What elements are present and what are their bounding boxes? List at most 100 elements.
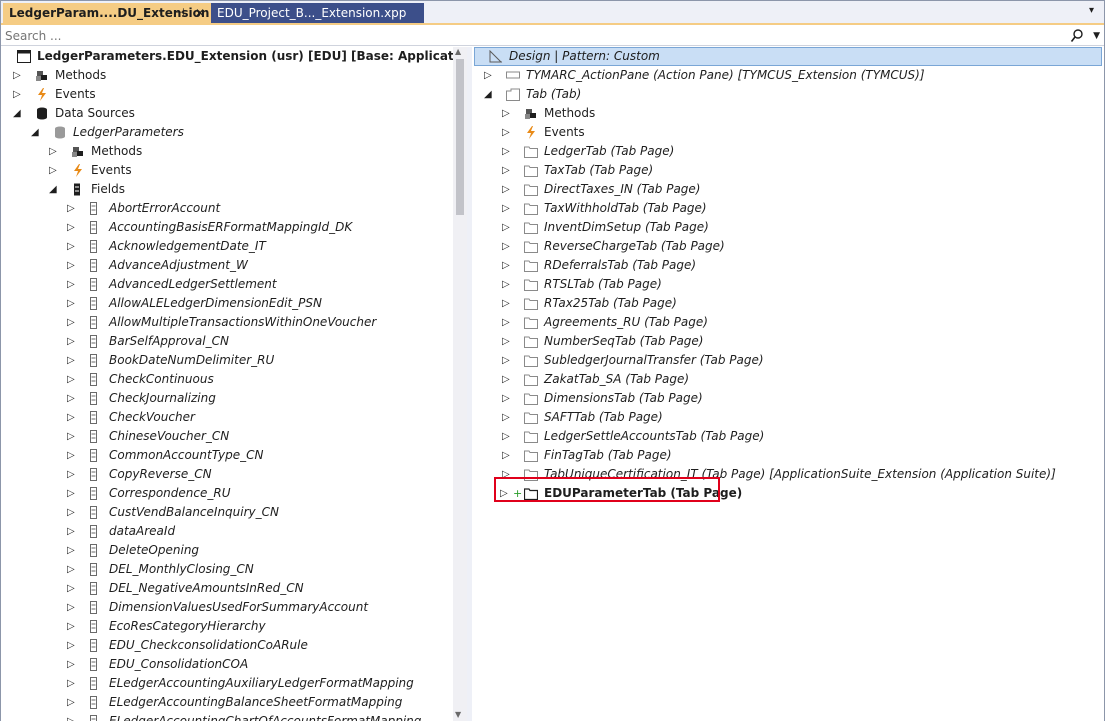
tree-node-field[interactable]: ▷ DimensionValuesUsedForSummaryAccount [1,598,453,617]
tree-node-tab[interactable]: ◢ Tab (Tab) [472,85,1104,104]
tree-node-tab-page[interactable]: ▷ NumberSeqTab (Tab Page) [472,332,1104,351]
tree-node-events[interactable]: ▷ Events [1,85,453,104]
expand-arrow-icon[interactable]: ▷ [502,389,512,408]
expand-arrow-icon[interactable]: ▷ [67,712,77,721]
expand-arrow-icon[interactable]: ▷ [67,484,77,503]
tree-node-ds-events[interactable]: ▷ Events [1,161,453,180]
expand-arrow-icon[interactable]: ▷ [502,294,512,313]
expand-arrow-icon[interactable]: ▷ [67,370,77,389]
tree-node-field[interactable]: ▷ BarSelfApproval_CN [1,332,453,351]
expand-arrow-icon[interactable]: ▷ [67,237,77,256]
tree-node-field[interactable]: ▷ DeleteOpening [1,541,453,560]
tree-node-datasource-ledgerparameters[interactable]: ◢ LedgerParameters [1,123,453,142]
tree-node-field[interactable]: ▷ CustVendBalanceInquiry_CN [1,503,453,522]
collapse-arrow-icon[interactable]: ◢ [49,180,59,199]
expand-arrow-icon[interactable]: ▷ [67,598,77,617]
tree-node-field[interactable]: ▷ AdvanceAdjustment_W [1,256,453,275]
tree-node-field[interactable]: ▷ CheckContinuous [1,370,453,389]
tree-node-tab-page[interactable]: ▷ TaxTab (Tab Page) [472,161,1104,180]
tree-node-field[interactable]: ▷ CopyReverse_CN [1,465,453,484]
tree-node-methods[interactable]: ▷ Methods [1,66,453,85]
tab-list-dropdown-icon[interactable]: ▾ [1089,5,1094,16]
expand-arrow-icon[interactable]: ▷ [67,275,77,294]
expand-arrow-icon[interactable]: ▷ [502,313,512,332]
tree-node-field[interactable]: ▷ CheckVoucher [1,408,453,427]
tree-node-tab-page[interactable]: ▷ RTSLTab (Tab Page) [472,275,1104,294]
tree-node-tab-page[interactable]: ▷ ZakatTab_SA (Tab Page) [472,370,1104,389]
expand-arrow-icon[interactable]: ▷ [502,104,512,123]
tree-node-tab-page[interactable]: ▷ SubledgerJournalTransfer (Tab Page) [472,351,1104,370]
tree-node-field[interactable]: ▷ AccountingBasisERFormatMappingId_DK [1,218,453,237]
tab-edu-project-extension[interactable]: EDU_Project_B..._Extension.xpp [211,3,424,23]
expand-arrow-icon[interactable]: ▷ [502,427,512,446]
expand-arrow-icon[interactable]: ▷ [67,503,77,522]
tree-node-field[interactable]: ▷ ELedgerAccountingAuxiliaryLedgerFormatM… [1,674,453,693]
expand-arrow-icon[interactable]: ▷ [67,636,77,655]
expand-arrow-icon[interactable]: ▷ [67,256,77,275]
expand-arrow-icon[interactable]: ▷ [67,465,77,484]
expand-arrow-icon[interactable]: ▷ [502,161,512,180]
tree-node-field[interactable]: ▷ ELedgerAccountingChartOfAccountsFormatM… [1,712,453,721]
collapse-arrow-icon[interactable]: ◢ [31,123,41,142]
tree-node-field[interactable]: ▷ Correspondence_RU [1,484,453,503]
left-pane-scrollbar[interactable]: ▲ ▼ [453,47,467,721]
expand-arrow-icon[interactable]: ▷ [502,275,512,294]
scrollbar-thumb[interactable] [456,59,464,215]
tree-node-field[interactable]: ▷ AllowMultipleTransactionsWithinOneVouch… [1,313,453,332]
tree-node-tab-page[interactable]: ▷ SAFTTab (Tab Page) [472,408,1104,427]
expand-arrow-icon[interactable]: ▷ [502,218,512,237]
expand-arrow-icon[interactable]: ▷ [502,180,512,199]
tree-node-ds-methods[interactable]: ▷ Methods [1,142,453,161]
tree-node-field[interactable]: ▷ DEL_MonthlyClosing_CN [1,560,453,579]
tree-node-field[interactable]: ▷ DEL_NegativeAmountsInRed_CN [1,579,453,598]
tree-node-field[interactable]: ▷ CheckJournalizing [1,389,453,408]
expand-arrow-icon[interactable]: ▷ [67,408,77,427]
expand-arrow-icon[interactable]: ▷ [502,142,512,161]
tree-node-tab-page[interactable]: ▷ LedgerSettleAccountsTab (Tab Page) [472,427,1104,446]
tree-node-field[interactable]: ▷ EcoResCategoryHierarchy [1,617,453,636]
expand-arrow-icon[interactable]: ▷ [502,332,512,351]
expand-arrow-icon[interactable]: ▷ [67,522,77,541]
expand-arrow-icon[interactable]: ▷ [67,332,77,351]
tree-node-field[interactable]: ▷ EDU_CheckconsolidationCoARule [1,636,453,655]
tree-node-data-sources[interactable]: ◢ Data Sources [1,104,453,123]
expand-arrow-icon[interactable]: ▷ [67,199,77,218]
expand-arrow-icon[interactable]: ▷ [67,446,77,465]
search-options-dropdown-icon[interactable]: ▼ [1093,28,1100,44]
tree-node-field[interactable]: ▷ AbortErrorAccount [1,199,453,218]
expand-arrow-icon[interactable]: ▷ [67,560,77,579]
tree-node-tab-page[interactable]: ▷ Agreements_RU (Tab Page) [472,313,1104,332]
expand-arrow-icon[interactable]: ▷ [67,655,77,674]
scroll-down-icon[interactable]: ▼ [455,710,461,719]
expand-arrow-icon[interactable]: ▷ [67,693,77,712]
expand-arrow-icon[interactable]: ▷ [49,161,59,180]
expand-arrow-icon[interactable]: ▷ [502,256,512,275]
close-icon[interactable]: ✕ [195,3,205,23]
tree-node-field[interactable]: ▷ ChineseVoucher_CN [1,427,453,446]
expand-arrow-icon[interactable]: ▷ [67,617,77,636]
tree-node-tab-events[interactable]: ▷ Events [472,123,1104,142]
expand-arrow-icon[interactable]: ▷ [13,85,23,104]
expand-arrow-icon[interactable]: ▷ [502,199,512,218]
tree-node-tab-page[interactable]: ▷ RDeferralsTab (Tab Page) [472,256,1104,275]
tree-node-field[interactable]: ▷ dataAreaId [1,522,453,541]
expand-arrow-icon[interactable]: ▷ [13,66,23,85]
tree-node-field[interactable]: ▷ BookDateNumDelimiter_RU [1,351,453,370]
tree-node-tab-page[interactable]: ▷ DirectTaxes_IN (Tab Page) [472,180,1104,199]
search-icon[interactable] [1070,28,1084,44]
tree-node-tab-methods[interactable]: ▷ Methods [472,104,1104,123]
tree-node-tab-page[interactable]: ▷ FinTagTab (Tab Page) [472,446,1104,465]
tree-node-field[interactable]: ▷ CommonAccountType_CN [1,446,453,465]
collapse-arrow-icon[interactable]: ◢ [13,104,23,123]
expand-arrow-icon[interactable]: ▷ [67,351,77,370]
expand-arrow-icon[interactable]: ▷ [67,541,77,560]
collapse-arrow-icon[interactable]: ◢ [484,85,494,104]
tree-node-field[interactable]: ▷ EDU_ConsolidationCOA [1,655,453,674]
expand-arrow-icon[interactable]: ▷ [67,294,77,313]
expand-arrow-icon[interactable]: ▷ [49,142,59,161]
expand-arrow-icon[interactable]: ▷ [502,237,512,256]
expand-arrow-icon[interactable]: ▷ [67,579,77,598]
expand-arrow-icon[interactable]: ▷ [67,427,77,446]
expand-arrow-icon[interactable]: ▷ [67,218,77,237]
tree-node-field[interactable]: ▷ AcknowledgementDate_IT [1,237,453,256]
